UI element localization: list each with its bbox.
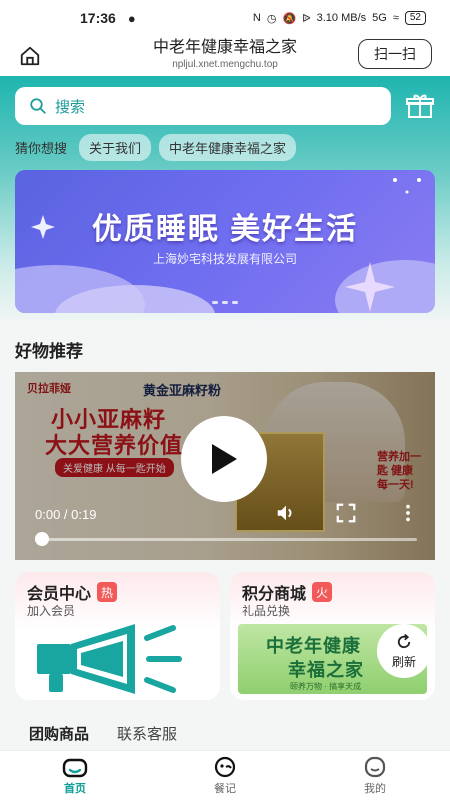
banner-subtitle: 上海妙宅科技发展有限公司 [152, 252, 297, 266]
network-speed: 3.10 MB/s [316, 12, 367, 24]
refresh-icon [397, 633, 411, 648]
promo-text-line-1: 中老年健康 [266, 636, 361, 656]
nfc-icon: N [252, 12, 261, 24]
status-bar: 17:36 ● N ◷ 🔕 ᐉ 3.10 MB/s 5G ≈ 52 [0, 0, 450, 36]
promo-text-line-3: 颐养万物 · 搞享天成 [290, 682, 362, 691]
search-placeholder: 搜索 [55, 98, 86, 116]
tab-group-buy[interactable]: 团购商品 [29, 723, 89, 744]
search-icon [30, 98, 46, 114]
search-input[interactable]: 搜索 [15, 87, 391, 125]
carousel-indicator [212, 301, 238, 304]
member-center-card[interactable]: 会员中心 热 加入会员 [15, 572, 220, 700]
suggestion-tag[interactable]: 中老年健康幸福之家 [159, 134, 297, 161]
wifi-icon: ≈ [392, 12, 399, 24]
home-icon [62, 758, 88, 777]
fullscreen-icon[interactable] [335, 502, 357, 524]
profile-icon [364, 756, 386, 777]
member-center-subtitle: 加入会员 [27, 604, 76, 618]
more-options-icon[interactable] [397, 502, 419, 524]
suggestion-tag[interactable]: 关于我们 [79, 134, 152, 161]
mute-icon: 🔕 [282, 12, 297, 25]
status-indicators: N ◷ 🔕 ᐉ 3.10 MB/s 5G ≈ 52 [253, 11, 426, 25]
suggestions-label: 猜你想搜 [15, 141, 68, 156]
nav-profile-label: 我的 [364, 782, 386, 795]
bluetooth-icon: ᐉ [302, 12, 311, 25]
promo-text-line-2: 幸福之家 [288, 660, 364, 680]
signal-label: 5G [372, 12, 387, 24]
meal-icon [214, 756, 236, 777]
fire-badge: 火 [312, 582, 333, 602]
search-suggestions: 猜你想搜 关于我们 中老年健康幸福之家 [15, 134, 297, 161]
play-icon [212, 444, 237, 474]
refresh-label: 刷新 [391, 654, 416, 669]
video-progress-handle[interactable] [35, 532, 49, 546]
title-bar: 中老年健康幸福之家 npljul.xnet.mengchu.top 扫一扫 [0, 36, 450, 76]
banner-title: 优质睡眠 美好生活 [91, 213, 359, 246]
play-button[interactable] [181, 416, 267, 502]
nav-meal[interactable]: 餐记 [150, 751, 300, 800]
member-center-title: 会员中心 [27, 586, 92, 603]
hot-badge: 热 [97, 582, 118, 602]
video-time: 0:00 / 0:19 [35, 507, 97, 522]
content-tabs: 团购商品 联系客服 [15, 715, 435, 751]
video-progress-track[interactable] [37, 538, 417, 541]
battery-indicator: 52 [404, 11, 426, 25]
scan-button[interactable]: 扫一扫 [358, 39, 432, 69]
points-mall-title: 积分商城 [242, 586, 307, 603]
section-title: 好物推荐 [15, 342, 83, 361]
bottom-navigation: 首页 餐记 我的 [0, 750, 450, 800]
status-time: 17:36 [80, 10, 116, 26]
tab-customer-service[interactable]: 联系客服 [117, 723, 177, 744]
refresh-button[interactable]: 刷新 [377, 624, 431, 678]
points-mall-card[interactable]: 积分商城 火 礼品兑换 中老年健康 幸福之家 颐养万物 · 搞享天成 刷新 [230, 572, 435, 700]
volume-icon[interactable] [275, 502, 297, 524]
nav-meal-label: 餐记 [214, 782, 236, 795]
alarm-icon: ◷ [266, 12, 277, 25]
nav-home[interactable]: 首页 [0, 751, 150, 800]
video-player[interactable]: 贝拉菲娅 黄金亚麻籽粉 小小亚麻籽 大大营养价值 关爱健康 从每一匙开始 营养加… [15, 372, 435, 560]
gift-icon[interactable] [406, 92, 434, 120]
chat-icon: ● [127, 10, 136, 26]
megaphone-icon [37, 624, 182, 694]
promo-banner[interactable]: 优质睡眠 美好生活 上海妙宅科技发展有限公司 [15, 170, 435, 313]
nav-home-label: 首页 [64, 782, 86, 795]
points-mall-subtitle: 礼品兑换 [242, 604, 291, 618]
nav-profile[interactable]: 我的 [300, 751, 450, 800]
